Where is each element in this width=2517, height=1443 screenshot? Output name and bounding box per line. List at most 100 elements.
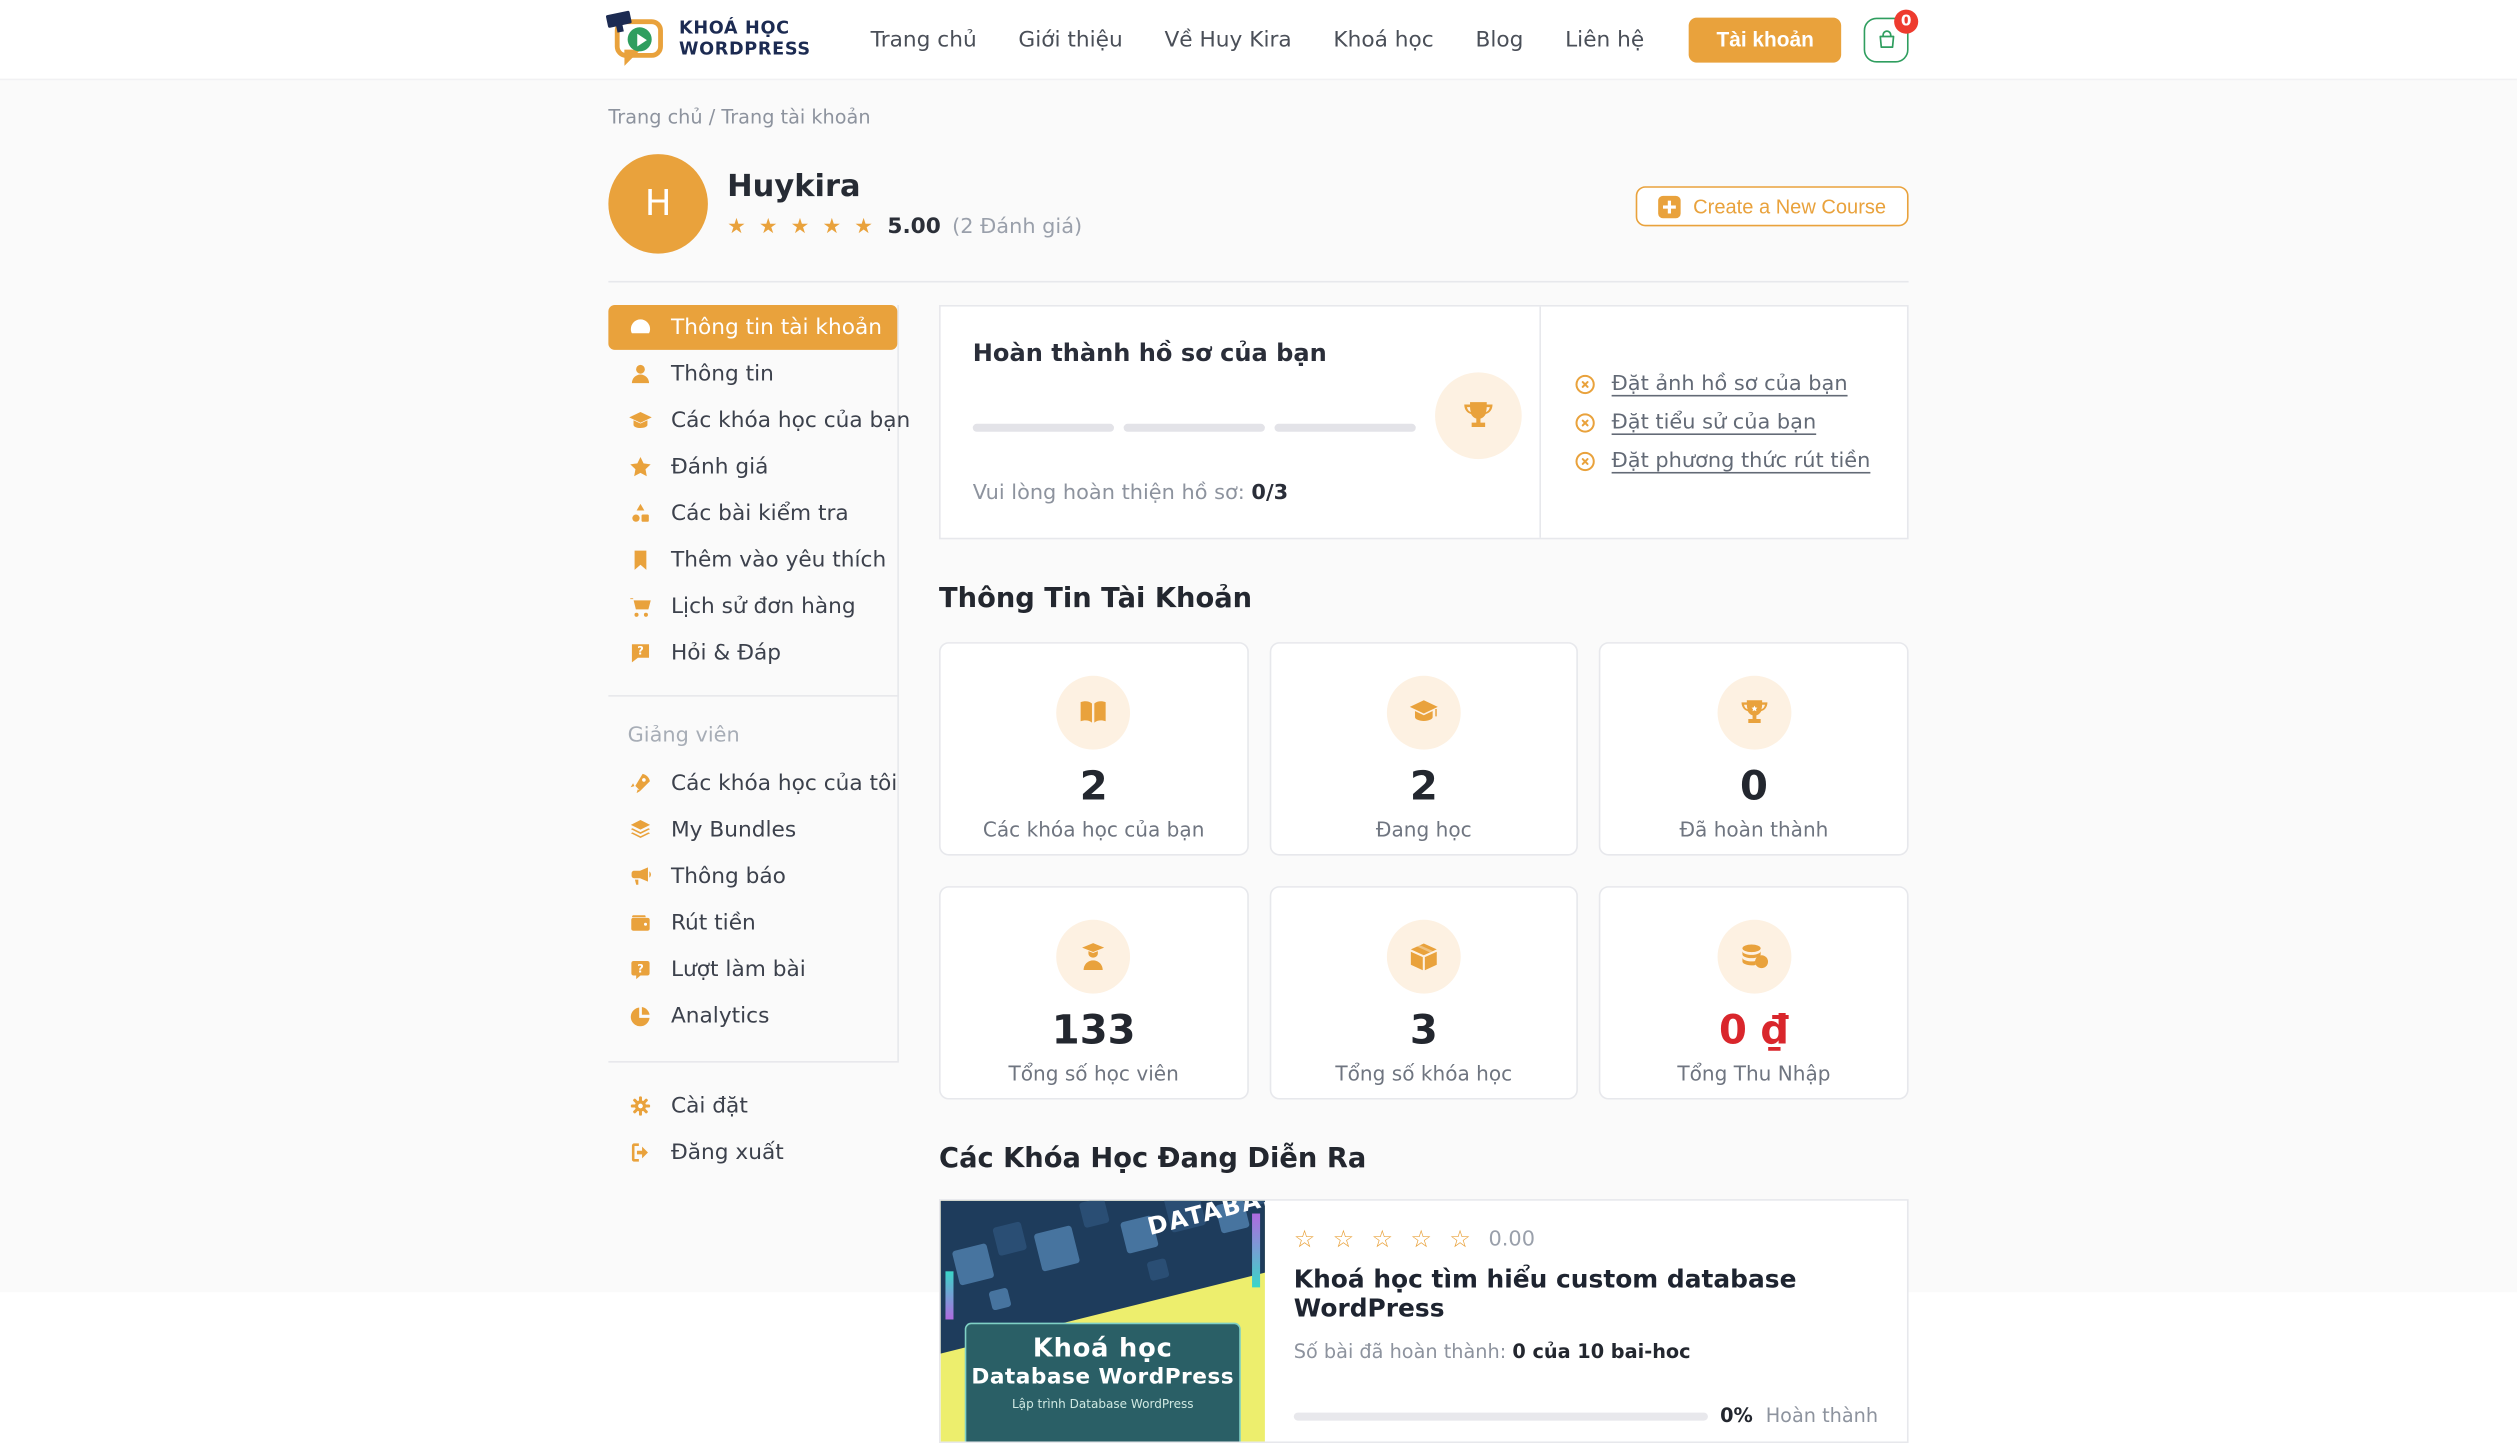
student-icon [1057,920,1131,994]
trophy-icon [1435,372,1522,459]
gear-icon [628,1092,654,1118]
cart-count-badge: 0 [1894,9,1918,33]
breadcrumb[interactable]: Trang chủ / Trang tài khoản [608,80,1908,128]
rating-value: 5.00 [887,213,940,239]
nav-khoa-hoc[interactable]: Khoá học [1333,26,1433,52]
sidebar-item-them-vao-yeu-thich[interactable]: Thêm vào yêu thích [608,536,897,583]
rocket-icon [628,770,654,796]
avatar: H [608,154,708,254]
plus-icon [1658,195,1680,217]
nav-blog[interactable]: Blog [1475,26,1523,52]
completion-progress-bars [973,423,1416,431]
sidebar-item-my-bundles[interactable]: My Bundles [608,806,897,853]
sidebar-item-rut-tien[interactable]: Rút tiền [608,899,897,946]
sidebar-section-giang-vien: Giảng viên [628,724,898,748]
course-rating-stars: ☆ ☆ ☆ ☆ ☆ [1294,1225,1476,1254]
task-set-profile-photo[interactable]: Đặt ảnh hồ sơ của bạn [1573,372,1875,396]
sidebar-item-analytics[interactable]: Analytics [608,992,897,1039]
trophy-icon [1717,676,1791,750]
stat-card-total-income: 0 ₫ Tổng Thu Nhập [1599,886,1908,1099]
course-progress-label: Hoàn thành [1766,1405,1878,1427]
course-card: DATABASE Khoá học Database WordPress Lập… [939,1199,1909,1443]
rating-count: (2 Đánh giá) [952,214,1082,238]
sidebar-item-cac-khoa-hoc-cua-toi[interactable]: Các khóa học của tôi [608,759,897,806]
logo-text: KHOÁ HỌC WORDPRESS [679,20,811,60]
circle-x-icon [1573,372,1597,396]
page: KHOÁ HỌC WORDPRESS Trang chủ Giới thiệu … [0,0,2517,1292]
courses-in-progress-title: Các Khóa Học Đang Diễn Ra [939,1143,1909,1175]
bookmark-icon [628,547,654,573]
svg-text:?: ? [637,962,644,975]
profile-header: H Huykira ★ ★ ★ ★ ★ 5.00 (2 Đánh giá) Cr… [608,154,1908,254]
divider [608,281,1908,283]
logout-icon [628,1139,654,1165]
sidebar-item-thong-tin[interactable]: Thông tin [608,350,897,397]
account-info-title: Thông Tin Tài Khoản [939,583,1909,615]
main-content: Hoàn thành hồ sơ của bạn Vui lòng hoàn t… [939,305,1909,1443]
cart-button[interactable]: 0 [1864,17,1909,62]
stat-card-total-students: 133 Tổng số học viên [939,886,1248,1099]
sidebar-item-thong-bao[interactable]: Thông báo [608,852,897,899]
site-logo[interactable]: KHOÁ HỌC WORDPRESS [608,15,810,63]
wallet-icon [628,909,654,935]
completion-caption: Vui lòng hoàn thiện hồ sơ: 0/3 [973,482,1508,506]
pie-chart-icon [628,1002,654,1028]
graduation-cap-icon [628,407,654,433]
cart-icon [628,593,654,619]
header: KHOÁ HỌC WORDPRESS Trang chủ Giới thiệu … [0,0,2517,80]
nav-trang-chu[interactable]: Trang chủ [871,26,977,52]
sidebar-item-cac-khoa-hoc-cua-ban[interactable]: Các khóa học của bạn [608,396,897,443]
sidebar-item-cai-dat[interactable]: Cài đặt [608,1082,899,1129]
circle-x-icon [1573,449,1597,473]
account-sidebar: Thông tin tài khoản Thông tin Các khóa h… [608,305,899,1175]
course-progress-percent: 0% [1720,1405,1753,1427]
svg-text:?: ? [637,644,644,657]
course-rating-value: 0.00 [1489,1227,1535,1251]
account-button[interactable]: Tài khoản [1689,17,1841,62]
course-progress-bar [1294,1412,1708,1420]
graduation-cap-icon [1387,676,1461,750]
book-open-icon [1057,676,1131,750]
sidebar-item-cac-bai-kiem-tra[interactable]: Các bài kiểm tra [608,490,897,537]
question-square-icon: ? [628,956,654,982]
question-chat-icon: ? [628,640,654,666]
task-set-bio[interactable]: Đặt tiểu sử của bạn [1573,410,1875,434]
sidebar-item-hoi-dap[interactable]: ? Hỏi & Đáp [608,629,897,676]
sidebar-item-danh-gia[interactable]: Đánh giá [608,443,897,490]
task-set-withdrawal-method[interactable]: Đặt phương thức rút tiền [1573,449,1875,473]
user-icon [628,360,654,386]
sidebar-item-thong-tin-tai-khoan[interactable]: Thông tin tài khoản [608,305,897,350]
stat-card-enrolled-courses: 2 Các khóa học của bạn [939,642,1248,855]
shopping-bag-icon [1874,27,1898,51]
nav-lien-he[interactable]: Liên hệ [1565,26,1644,52]
gauge-icon [628,315,654,341]
course-title[interactable]: Khoá học tìm hiểu custom database WordPr… [1294,1265,1878,1323]
thumbnail-title-panel: Khoá học Database WordPress Lập trình Da… [965,1323,1241,1442]
coins-icon [1717,920,1791,994]
profile-name: Huykira [727,169,1082,204]
layers-icon [628,816,654,842]
profile-completion-panel: Hoàn thành hồ sơ của bạn Vui lòng hoàn t… [939,305,1909,539]
course-completed-lessons: Số bài đã hoàn thành: 0 của 10 bai-hoc [1294,1340,1878,1362]
course-progress: 0% Hoàn thành [1294,1405,1878,1427]
sidebar-item-lich-su-don-hang[interactable]: Lịch sử đơn hàng [608,583,897,630]
circle-x-icon [1573,410,1597,434]
completion-title: Hoàn thành hồ sơ của bạn [973,339,1508,368]
box-icon [1387,920,1461,994]
stat-card-total-courses: 3 Tổng số khóa học [1269,886,1578,1099]
main-nav: Trang chủ Giới thiệu Về Huy Kira Khoá họ… [871,26,1645,52]
nav-ve-huy-kira[interactable]: Về Huy Kira [1164,26,1291,52]
course-thumbnail[interactable]: DATABASE Khoá học Database WordPress Lập… [941,1201,1265,1442]
stat-card-completed-courses: 0 Đã hoàn thành [1599,642,1908,855]
rating-stars: ★ ★ ★ ★ ★ [727,214,876,238]
sidebar-item-dang-xuat[interactable]: Đăng xuất [608,1128,899,1175]
stats-grid: 2 Các khóa học của bạn 2 Đang học 0 Đã h… [939,642,1909,1099]
megaphone-icon [628,863,654,889]
shapes-icon [628,500,654,526]
nav-gioi-thieu[interactable]: Giới thiệu [1018,26,1122,52]
sidebar-item-luot-lam-bai[interactable]: ? Lượt làm bài [608,945,897,992]
star-icon [628,453,654,479]
stat-card-active-courses: 2 Đang học [1269,642,1578,855]
logo-icon [608,15,666,63]
create-course-button[interactable]: Create a New Course [1635,186,1908,226]
